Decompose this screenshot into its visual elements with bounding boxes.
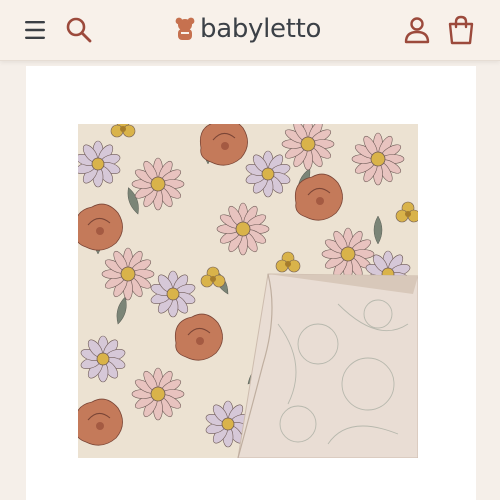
site-header: babyletto: [0, 0, 500, 61]
product-image[interactable]: [78, 124, 418, 458]
account-icon[interactable]: [402, 15, 432, 45]
brand-name: babyletto: [200, 14, 322, 44]
menu-icon[interactable]: [24, 19, 48, 41]
cart-icon[interactable]: [446, 14, 476, 46]
bear-icon: [175, 17, 195, 40]
search-icon[interactable]: [64, 15, 94, 45]
brand-logo[interactable]: babyletto: [174, 12, 321, 46]
